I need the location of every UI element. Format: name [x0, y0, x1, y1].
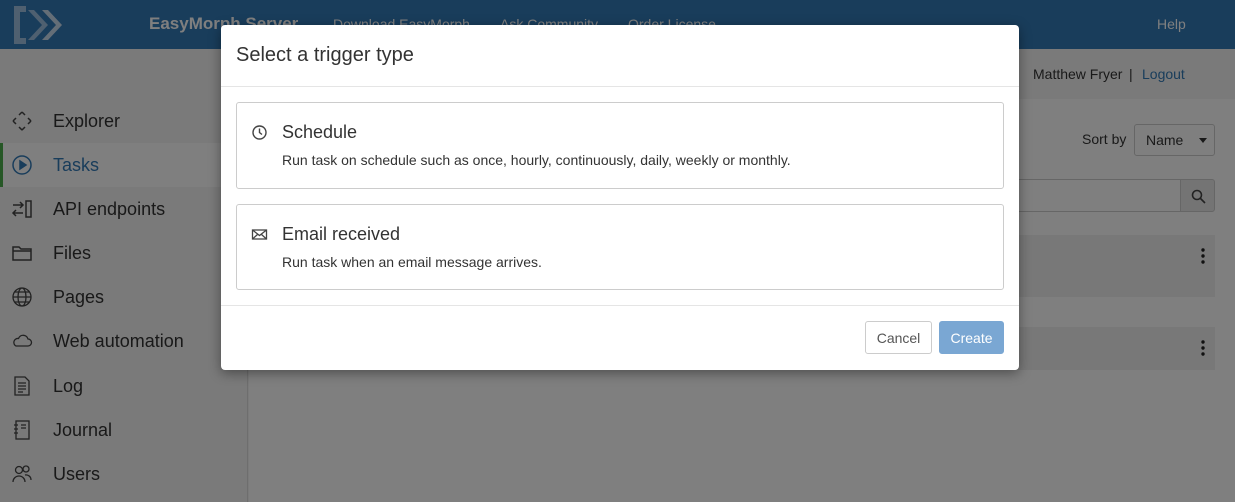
trigger-option-email-received[interactable]: Email received Run task when an email me…	[236, 204, 1004, 290]
cancel-button[interactable]: Cancel	[865, 321, 932, 354]
modal-header-divider	[221, 86, 1019, 87]
trigger-option-title: Schedule	[282, 122, 358, 142]
create-button[interactable]: Create	[939, 321, 1004, 354]
trigger-option-schedule[interactable]: Schedule Run task on schedule such as on…	[236, 102, 1004, 189]
trigger-option-description: Run task on schedule such as once, hourl…	[282, 152, 791, 168]
trigger-option-title: Email received	[282, 224, 401, 244]
modal-footer-divider	[221, 305, 1019, 306]
clock-icon	[252, 125, 267, 140]
modal-title: Select a trigger type	[236, 44, 414, 66]
envelope-icon	[251, 229, 268, 240]
trigger-option-description: Run task when an email message arrives.	[282, 254, 542, 270]
trigger-type-modal: Select a trigger type Schedule Run task …	[221, 25, 1019, 370]
